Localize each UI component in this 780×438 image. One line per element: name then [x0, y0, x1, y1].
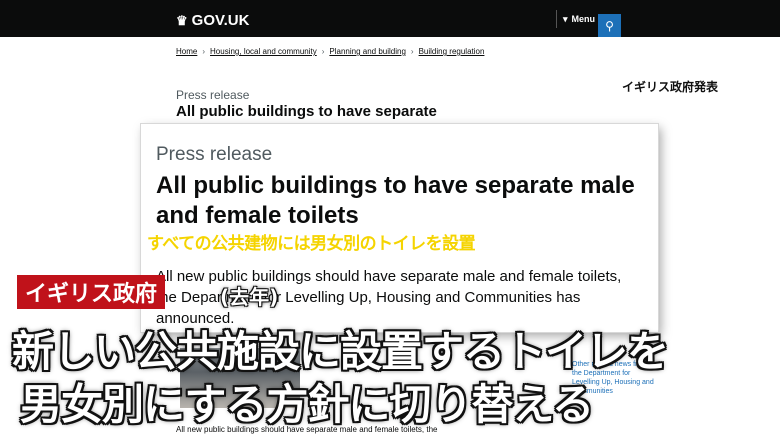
speaker-tag: イギリス政府: [17, 275, 166, 309]
search-button[interactable]: ⚲: [598, 14, 621, 37]
source-caption: イギリス政府発表: [622, 80, 719, 94]
menu-button[interactable]: ▾ Menu: [556, 10, 595, 28]
breadcrumb: Home › Housing, local and community › Pl…: [176, 47, 484, 56]
breadcrumb-building-regulation[interactable]: Building regulation: [419, 47, 485, 56]
chevron-right-icon: ›: [410, 47, 414, 56]
caption-line-2: 男女別にする方針に切り替える: [20, 380, 594, 429]
menu-label: Menu: [571, 14, 596, 24]
chevron-right-icon: ›: [202, 47, 206, 56]
govuk-logo[interactable]: ♛ GOV.UK: [176, 12, 249, 29]
logo-text: GOV.UK: [191, 12, 250, 29]
chevron-right-icon: ›: [321, 47, 325, 56]
subtitle-yellow: すべての公共建物には男女別のトイレを設置: [147, 234, 476, 254]
speaker-tag-year: (去年): [220, 285, 279, 309]
article-kicker: Press release: [176, 88, 250, 102]
caption-line-1: 新しい公共施設に設置するトイレを: [12, 327, 669, 376]
zoomed-article-panel: Press release All public buildings to ha…: [141, 124, 658, 332]
article-title: All public buildings to have separate: [176, 103, 437, 120]
breadcrumb-planning[interactable]: Planning and building: [329, 47, 406, 56]
govuk-header: ♛ GOV.UK ▾ Menu ⚲: [0, 0, 780, 37]
crown-icon: ♛: [176, 12, 188, 28]
chevron-down-icon: ▾: [563, 13, 568, 24]
search-icon: ⚲: [605, 18, 614, 33]
zoomed-title: All public buildings to have separate ma…: [156, 172, 635, 229]
breadcrumb-home[interactable]: Home: [176, 47, 197, 56]
breadcrumb-housing[interactable]: Housing, local and community: [210, 47, 317, 56]
zoomed-kicker: Press release: [156, 144, 273, 165]
